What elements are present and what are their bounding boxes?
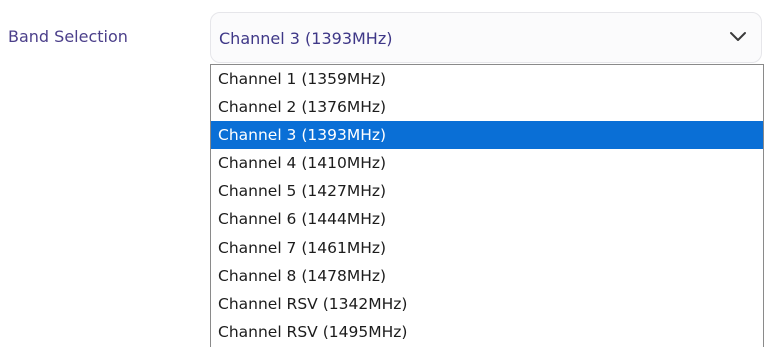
band-selection-dropdown[interactable]: Channel 3 (1393MHz)	[210, 12, 762, 63]
band-selection-label: Band Selection	[8, 27, 128, 46]
option-channel-4[interactable]: Channel 4 (1410MHz)	[211, 149, 763, 177]
option-channel-2[interactable]: Channel 2 (1376MHz)	[211, 93, 763, 121]
chevron-down-icon[interactable]	[729, 29, 747, 43]
option-channel-6[interactable]: Channel 6 (1444MHz)	[211, 205, 763, 233]
band-options-list: Channel 1 (1359MHz) Channel 2 (1376MHz) …	[210, 64, 764, 347]
option-channel-rsv-1342[interactable]: Channel RSV (1342MHz)	[211, 290, 763, 318]
option-channel-3[interactable]: Channel 3 (1393MHz)	[211, 121, 763, 150]
option-channel-1[interactable]: Channel 1 (1359MHz)	[211, 65, 763, 93]
option-channel-5[interactable]: Channel 5 (1427MHz)	[211, 177, 763, 205]
option-channel-8[interactable]: Channel 8 (1478MHz)	[211, 262, 763, 290]
option-channel-7[interactable]: Channel 7 (1461MHz)	[211, 234, 763, 262]
band-selection-value: Channel 3 (1393MHz)	[219, 29, 393, 48]
option-channel-rsv-1495[interactable]: Channel RSV (1495MHz)	[211, 318, 763, 346]
